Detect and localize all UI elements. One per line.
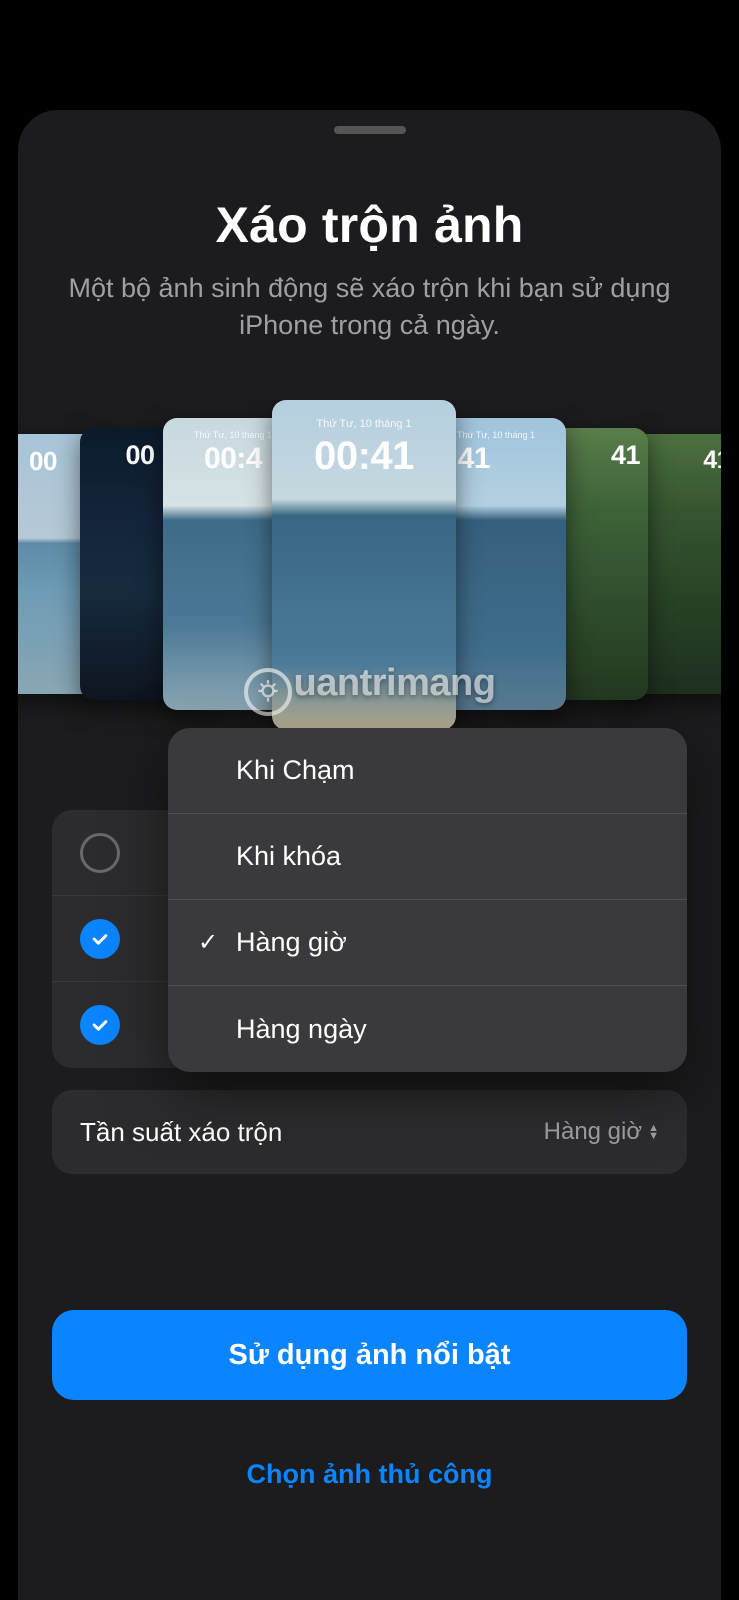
use-featured-photos-button[interactable]: Sử dụng ảnh nổi bật bbox=[52, 1310, 687, 1400]
popup-option-label: Khi Chạm bbox=[236, 755, 355, 786]
frequency-value: Hàng giờ ▲▼ bbox=[544, 1118, 659, 1146]
popup-option-daily[interactable]: Hàng ngày bbox=[168, 986, 687, 1072]
chevron-up-down-icon: ▲▼ bbox=[648, 1124, 659, 1140]
frequency-row[interactable]: Tần suất xáo trộn Hàng giờ ▲▼ bbox=[52, 1090, 687, 1174]
page-title: Xáo trộn ảnh bbox=[18, 196, 721, 254]
popup-option-label: Hàng giờ bbox=[236, 927, 347, 958]
frequency-popup-menu: Khi Chạm Khi khóa ✓ Hàng giờ Hàng ngày bbox=[168, 728, 687, 1072]
frequency-label: Tần suất xáo trộn bbox=[80, 1117, 282, 1148]
checkmark-icon bbox=[80, 1005, 120, 1045]
card-time: 00:41 bbox=[272, 434, 456, 479]
choose-manually-button[interactable]: Chọn ảnh thủ công bbox=[18, 1459, 721, 1490]
modal-sheet: Xáo trộn ảnh Một bộ ảnh sinh động sẽ xáo… bbox=[18, 110, 721, 1600]
checkmark-icon bbox=[80, 919, 120, 959]
popup-option-on-lock[interactable]: Khi khóa bbox=[168, 814, 687, 900]
lightbulb-icon bbox=[244, 668, 292, 716]
checkmark-icon: ✓ bbox=[198, 928, 226, 957]
popup-option-on-tap[interactable]: Khi Chạm bbox=[168, 728, 687, 814]
card-date: Thứ Tư, 10 tháng 1 bbox=[272, 418, 456, 430]
page-subtitle: Một bộ ảnh sinh động sẽ xáo trộn khi bạn… bbox=[48, 270, 691, 345]
popup-option-label: Khi khóa bbox=[236, 841, 341, 872]
popup-option-label: Hàng ngày bbox=[236, 1014, 367, 1045]
sheet-grabber[interactable] bbox=[334, 126, 406, 134]
checkmark-icon bbox=[80, 833, 120, 873]
watermark: uantrimang bbox=[18, 662, 721, 716]
popup-option-hourly[interactable]: ✓ Hàng giờ bbox=[168, 900, 687, 986]
